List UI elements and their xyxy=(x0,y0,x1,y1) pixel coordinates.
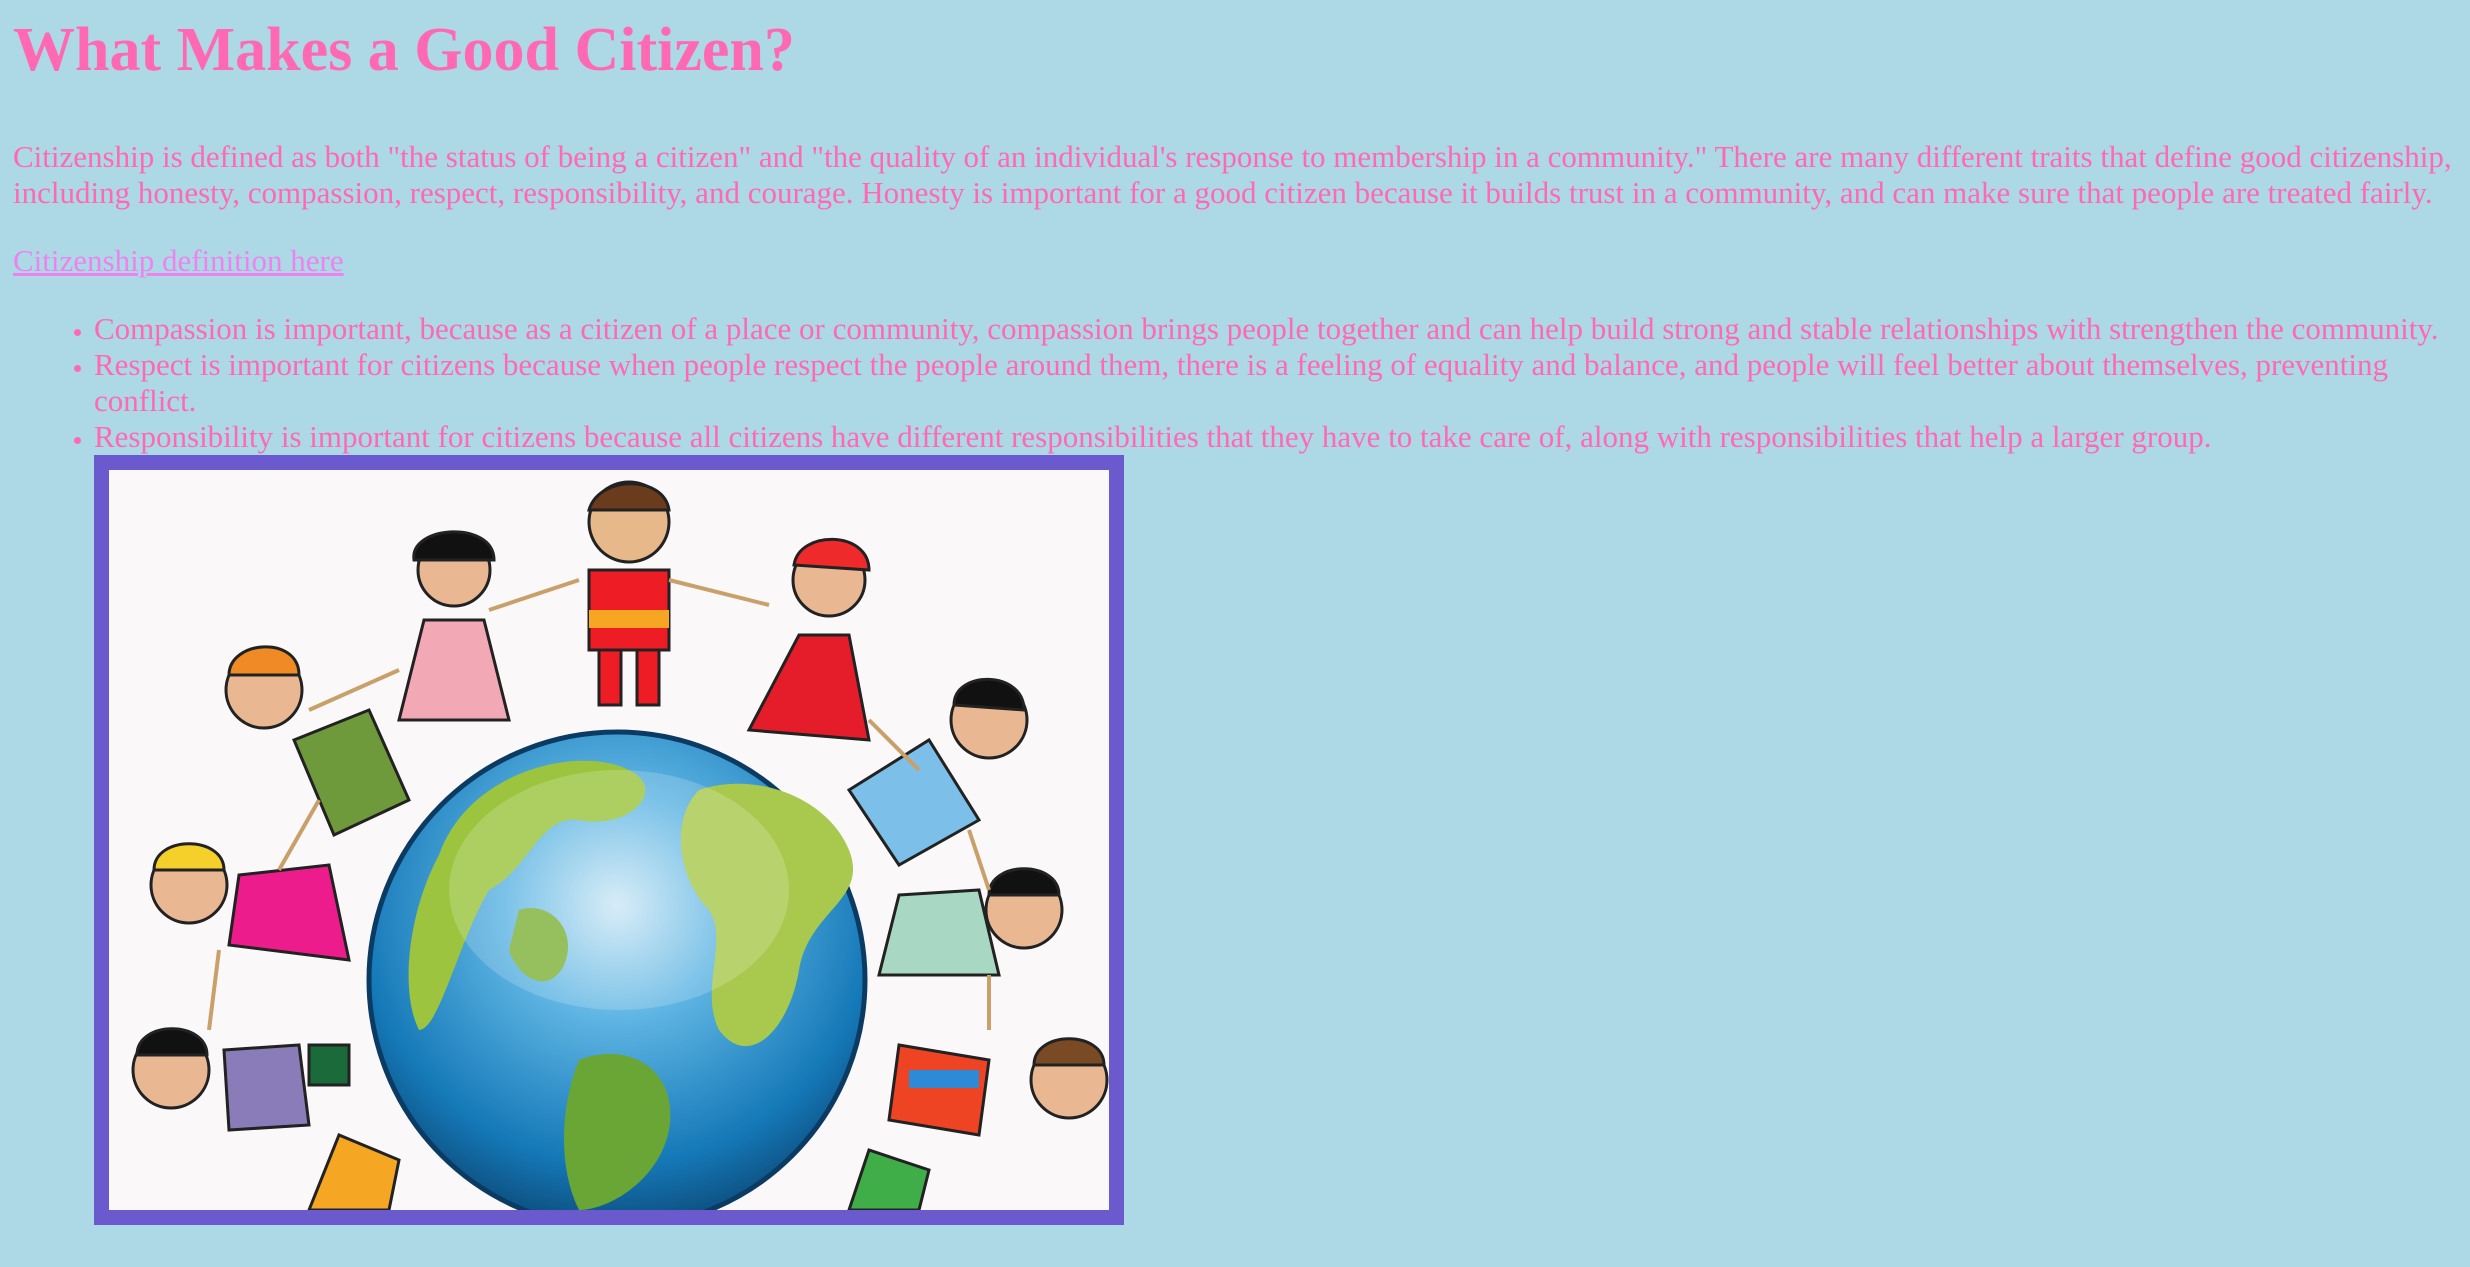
globe-graphic xyxy=(366,729,868,1210)
citizenship-definition-link[interactable]: Citizenship definition here xyxy=(13,243,344,278)
list-item-responsibility: Responsibility is important for citizens… xyxy=(94,419,2457,1225)
link-paragraph: Citizenship definition here xyxy=(13,243,2457,279)
page-content: What Makes a Good Citizen? Citizenship i… xyxy=(0,13,2470,1225)
list-item-compassion: Compassion is important, because as a ci… xyxy=(94,311,2457,347)
page-title: What Makes a Good Citizen? xyxy=(13,16,795,84)
children-around-globe-image xyxy=(94,455,1124,1225)
list-item-responsibility-text: Responsibility is important for citizens… xyxy=(94,419,2212,454)
list-item-respect: Respect is important for citizens becaus… xyxy=(94,347,2457,419)
intro-paragraph: Citizenship is defined as both "the stat… xyxy=(13,139,2452,210)
traits-list: Compassion is important, because as a ci… xyxy=(13,311,2457,1225)
